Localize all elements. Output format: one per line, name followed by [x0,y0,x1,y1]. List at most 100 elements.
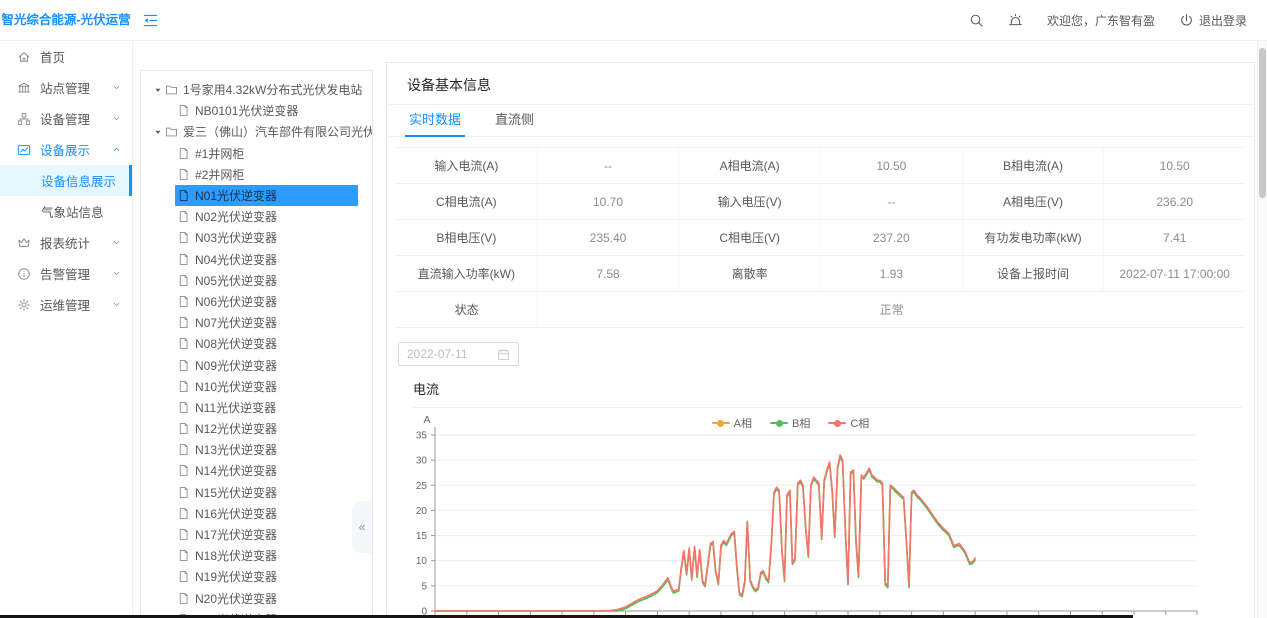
tree-node-leaf[interactable]: #2并网柜 [141,164,372,185]
folder-icon [165,83,178,96]
field-label: 直流输入功率(kW) [396,256,537,291]
tab-0[interactable]: 实时数据 [409,105,461,136]
tree-node-label: N03光伏逆变器 [195,229,277,246]
tree-node-folder[interactable]: 1号家用4.32kW分布式光伏发电站 [141,79,372,100]
tree-node-leaf[interactable]: N20光伏逆变器 [141,588,372,609]
alarm-icon[interactable] [1008,13,1023,28]
tree-node-leaf[interactable]: N01光伏逆变器 [141,185,372,206]
date-picker-value: 2022-07-11 [407,347,468,361]
device-info-card: 设备基本信息 实时数据直流侧 输入电流(A)--A相电流(A)10.50B相电流… [386,62,1255,618]
tree-node-label: #2并网柜 [195,166,244,183]
chevron-down-icon [111,113,122,124]
tab-1[interactable]: 直流侧 [495,105,534,136]
tree-node-folder[interactable]: 爱三（佛山）汽车部件有限公司光伏发 [141,121,372,142]
sidebar-item-3[interactable]: 设备展示 [0,134,132,165]
scrollbar-thumb[interactable] [1259,48,1266,198]
device-info-table: 输入电流(A)--A相电流(A)10.50B相电流(A)10.50C相电流(A)… [396,147,1245,328]
status-value: 正常 [537,292,1245,327]
file-icon [177,189,190,202]
file-icon [177,337,190,350]
file-icon [177,168,190,181]
field-label: 输入电压(V) [678,184,820,219]
file-icon [177,210,190,223]
sidebar-subitem-3-1[interactable]: 气象站信息 [0,196,132,227]
app-logo: 智光综合能源-光伏运营 [0,0,132,40]
tree-node-label: N05光伏逆变器 [195,272,277,289]
welcome-text: 欢迎您，广东智有盈 [1047,12,1155,29]
tree-node-label: N07光伏逆变器 [195,314,277,331]
date-picker[interactable]: 2022-07-11 [398,342,519,366]
tree-collapse-handle[interactable]: « [352,501,372,553]
sidebar-item-4[interactable]: 报表统计 [0,227,132,258]
tree-node-leaf[interactable]: N07光伏逆变器 [141,312,372,333]
field-value: 236.20 [1103,184,1245,219]
logout-button[interactable]: 退出登录 [1179,12,1247,29]
tree-node-leaf[interactable]: N14光伏逆变器 [141,460,372,481]
search-icon[interactable] [969,13,984,28]
tree-node-leaf[interactable]: N06光伏逆变器 [141,291,372,312]
field-label: 设备上报时间 [962,256,1104,291]
file-icon [177,401,190,414]
tree-node-leaf[interactable]: N02光伏逆变器 [141,206,372,227]
chart-title: 电流 [413,379,1242,408]
cluster-icon [17,112,31,126]
tree-node-leaf[interactable]: N09光伏逆变器 [141,354,372,375]
current-chart: 05101520253035A00:0001:0002:0003:0004:00… [387,408,1254,618]
sidebar-subitem-3-0[interactable]: 设备信息展示 [0,165,132,196]
tree-node-leaf[interactable]: N13光伏逆变器 [141,439,372,460]
chevron-down-icon [111,237,122,248]
tree-node-leaf[interactable]: N10光伏逆变器 [141,376,372,397]
caret-down-icon[interactable] [151,127,165,137]
tree-node-label: N01光伏逆变器 [195,187,277,204]
tree-node-label: N16光伏逆变器 [195,505,277,522]
tree-node-label: N11光伏逆变器 [195,399,276,416]
tree-node-leaf[interactable]: N19光伏逆变器 [141,566,372,587]
tree-node-leaf[interactable]: N17光伏逆变器 [141,524,372,545]
tree-node-leaf[interactable]: N03光伏逆变器 [141,227,372,248]
file-icon [177,295,190,308]
file-icon [177,486,190,499]
file-icon [177,231,190,244]
caret-down-icon[interactable] [151,85,165,95]
tree-node-label: N06光伏逆变器 [195,293,277,310]
field-label: B相电流(A) [962,148,1104,183]
tree-node-label: N10光伏逆变器 [195,378,277,395]
sidebar-item-label: 告警管理 [40,264,90,283]
file-icon [177,253,190,266]
tree-node-label: N12光伏逆变器 [195,420,277,437]
tree-node-label: N14光伏逆变器 [195,462,277,479]
power-icon [1179,13,1194,28]
legend-marker [770,419,788,427]
chevron-down-icon [111,268,122,279]
tree-node-label: N08光伏逆变器 [195,335,277,352]
file-icon [177,507,190,520]
legend-item-C相[interactable]: C相 [828,415,869,431]
sidebar-item-1[interactable]: 站点管理 [0,72,132,103]
sidebar-item-6[interactable]: 运维管理 [0,289,132,320]
sidebar-item-0[interactable]: 首页 [0,41,132,72]
field-label: C相电流(A) [396,184,537,219]
tree-node-leaf[interactable]: N04光伏逆变器 [141,249,372,270]
tree-node-leaf[interactable]: N16光伏逆变器 [141,503,372,524]
tree-node-label: N09光伏逆变器 [195,357,277,374]
legend-item-A相[interactable]: A相 [712,415,752,431]
legend-marker [712,419,730,427]
tree-node-leaf[interactable]: N05光伏逆变器 [141,270,372,291]
tree-node-leaf[interactable]: N15光伏逆变器 [141,482,372,503]
tree-node-leaf[interactable]: NB0101光伏逆变器 [141,100,372,121]
field-value: 235.40 [537,220,679,255]
sidebar-item-5[interactable]: 告警管理 [0,258,132,289]
sidebar-item-2[interactable]: 设备管理 [0,103,132,134]
legend-item-B相[interactable]: B相 [770,415,810,431]
calendar-icon [497,348,510,361]
tree-node-leaf[interactable]: N12光伏逆变器 [141,418,372,439]
tree-node-leaf[interactable]: N18光伏逆变器 [141,545,372,566]
current-chart-area: A相 B相 C相 05101520253035A00:0001:0002:0003:… [387,408,1254,618]
field-value: 237.20 [820,220,962,255]
menu-fold-icon[interactable] [142,12,159,29]
tree-node-leaf[interactable]: N08光伏逆变器 [141,333,372,354]
tree-node-label: N02光伏逆变器 [195,208,277,225]
tree-node-leaf[interactable]: N11光伏逆变器 [141,397,372,418]
tree-node-leaf[interactable]: #1并网柜 [141,143,372,164]
field-value: 7.58 [537,256,679,291]
